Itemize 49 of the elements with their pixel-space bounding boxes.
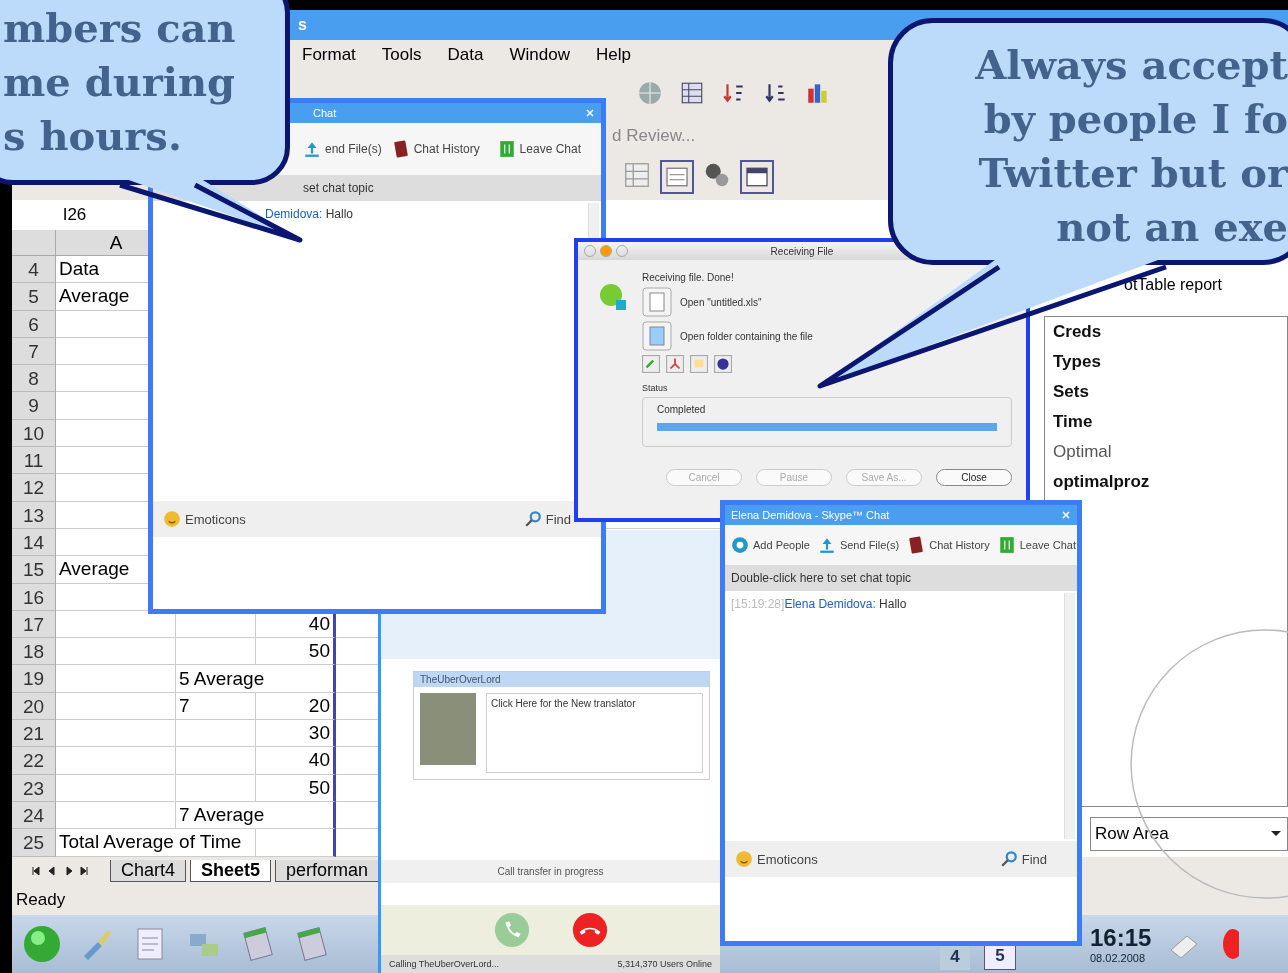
- callout-text: Always accept by people I fo Twitter but or not an exe: [975, 40, 1288, 252]
- row-number: 17: [12, 610, 56, 639]
- row-number: 19: [12, 665, 56, 693]
- dialog-message: Receiving file. Done!: [642, 272, 735, 283]
- row-number: 4: [12, 256, 56, 284]
- row-number: 13: [12, 501, 56, 529]
- message-text: Click Here for the New translator: [486, 693, 703, 773]
- contact-name: TheUberOverLord: [414, 672, 709, 687]
- table-cell: 5 Average: [176, 665, 336, 693]
- status-label: Status: [642, 383, 669, 393]
- row-number: 24: [12, 801, 56, 830]
- row-number: 15: [12, 556, 56, 584]
- row-number: 23: [12, 774, 56, 802]
- table-cell: 30: [256, 720, 336, 748]
- row-number: 12: [12, 474, 56, 502]
- call-progress-text: Call transfer in progress: [381, 860, 720, 883]
- progress-label: Completed: [657, 404, 707, 415]
- users-online-text: 5,314,370 Users Online: [617, 959, 712, 969]
- window-title: Chat: [313, 107, 337, 119]
- panel-heading: otTable report: [1123, 276, 1222, 294]
- status-text: Calling TheUberOverLord...: [389, 959, 499, 969]
- clock: 16:15: [1090, 924, 1152, 952]
- row-number: 18: [12, 638, 56, 666]
- row-number: 22: [12, 747, 56, 775]
- row-number: 9: [12, 392, 56, 420]
- window-title: Elena Demidova - Skype™ Chat: [731, 509, 890, 521]
- table-cell: 7 Average: [176, 801, 336, 830]
- row-number: 25: [12, 829, 56, 857]
- date: 08.02.2008: [1090, 952, 1147, 964]
- row-number: 20: [12, 692, 56, 721]
- chat-message: Demidova: Hallo: [265, 207, 355, 221]
- table-cell: 20: [256, 692, 336, 721]
- row-number: 8: [12, 365, 56, 393]
- row-number: 7: [12, 337, 56, 366]
- row-number: 10: [12, 419, 56, 448]
- window-title: Receiving File: [769, 245, 835, 257]
- row-number: 5: [12, 283, 56, 311]
- table-cell: 50: [256, 638, 336, 666]
- row-number: 21: [12, 720, 56, 748]
- table-cell: 40: [256, 747, 336, 775]
- row-number: 14: [12, 528, 56, 557]
- table-cell: Total Average of Time: [56, 829, 256, 857]
- row-number: 6: [12, 310, 56, 338]
- chat-message: [15:19:28]Elena Demidova: Hallo: [731, 597, 908, 611]
- status-text: Ready: [16, 890, 66, 910]
- table-cell: 7: [176, 692, 256, 721]
- row-number: 16: [12, 583, 56, 611]
- table-cell: 50: [256, 774, 336, 802]
- row-number: 11: [12, 447, 56, 475]
